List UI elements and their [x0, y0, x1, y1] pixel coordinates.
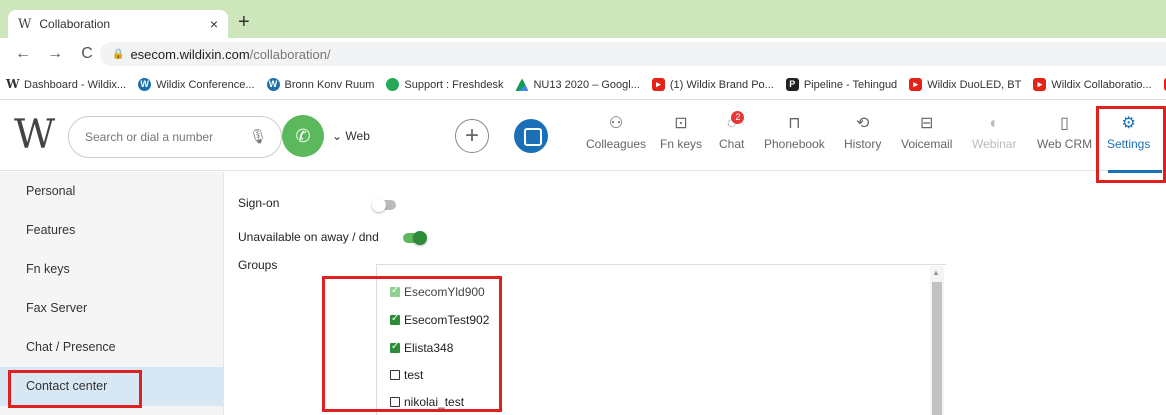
bookmark-label: Pipeline - Tehingud — [803, 78, 898, 91]
chat-icon: ◌ 2 — [727, 111, 745, 135]
bookmarks-bar: W Dashboard - Wildix... W Wildix Conferenc… — [0, 70, 1166, 100]
nav-history[interactable]: ⟲ History — [844, 113, 881, 161]
groups-scrollbar[interactable]: ▲ — [930, 266, 944, 415]
nav-chat[interactable]: ◌ 2 Chat — [719, 111, 745, 161]
bookmark-item[interactable]: W Wildix Conference... — [138, 78, 255, 91]
user-status-button[interactable] — [514, 119, 548, 153]
bookmark-label: NU13 2020 – Googl... — [533, 78, 640, 91]
voicemail-icon: ⊟ — [919, 115, 934, 132]
groups-label: Groups — [238, 258, 278, 272]
search-input[interactable]: Search or dial a number 🎙 — [68, 116, 282, 158]
sidebar-item-chat-presence[interactable]: Chat / Presence — [0, 328, 223, 367]
reload-icon[interactable]: C — [78, 45, 96, 63]
bookmark-item[interactable]: ▸ (1) Wildix Brand Po... — [651, 78, 774, 91]
app-header: W Search or dial a number 🎙 ✆ ⌄ Web + ⚇ … — [0, 101, 1166, 171]
colleagues-icon: ⚇ — [608, 115, 624, 132]
add-icon[interactable]: + — [455, 119, 489, 153]
wordpress-icon: W — [266, 78, 280, 91]
sidebar-item-features[interactable]: Features — [0, 211, 223, 250]
freshdesk-icon — [386, 78, 400, 91]
highlight-box-settings — [1096, 106, 1166, 183]
toggle-knob — [413, 231, 427, 245]
bookmark-item[interactable]: ▸ Wildix DuoLED, BT — [909, 78, 1021, 91]
sign-on-label: Sign-on — [238, 196, 280, 210]
unavailable-toggle[interactable] — [403, 231, 427, 245]
webinar-icon: ◐ — [989, 115, 1000, 132]
bookmark-item[interactable]: W Dashboard - Wildix... — [6, 78, 126, 91]
bookmark-label: Wildix Collaboratio... — [1051, 78, 1152, 91]
fn-keys-icon: ⊡ — [674, 115, 688, 132]
pipedrive-icon: P — [785, 78, 799, 91]
bookmark-label: Bronn Konv Ruum — [284, 78, 375, 91]
wordpress-icon: W — [138, 78, 152, 91]
tab-title: Collaboration — [39, 17, 111, 31]
nav-phonebook[interactable]: ⊓ Phonebook — [764, 113, 825, 161]
bookmark-item[interactable]: ▸ Wildix Collaboratio... — [1033, 78, 1152, 91]
nav-label: Fn keys — [660, 137, 703, 151]
nav-web-crm[interactable]: ▯ Web CRM — [1037, 113, 1092, 161]
back-icon[interactable]: ← — [14, 45, 32, 63]
sidebar-item-personal[interactable]: Personal — [0, 172, 223, 211]
nav-colleagues[interactable]: ⚇ Colleagues — [586, 113, 646, 161]
search-placeholder: Search or dial a number — [85, 130, 214, 144]
url-path: /collaboration/ — [249, 46, 331, 62]
address-bar: ← → C 🔒 esecom.wildixin.com /collaborati… — [0, 38, 1166, 70]
sidebar-item-fn-keys[interactable]: Fn keys — [0, 250, 223, 289]
microphone-icon[interactable]: 🎙 — [249, 128, 267, 145]
forward-icon[interactable]: → — [46, 45, 64, 63]
bookmark-label: (1) Wildix Brand Po... — [669, 78, 774, 91]
chat-badge: 2 — [731, 111, 745, 124]
nav-label: Chat — [719, 137, 745, 151]
bookmark-item[interactable]: NU13 2020 – Googl... — [515, 78, 640, 91]
nav-fn-keys[interactable]: ⊡ Fn keys — [660, 113, 702, 161]
highlight-box-contact-center — [8, 370, 142, 408]
youtube-icon: ▸ — [909, 78, 923, 91]
scroll-thumb[interactable] — [932, 282, 942, 415]
bookmark-label: Support : Freshdesk — [404, 78, 504, 91]
close-icon[interactable]: × — [210, 16, 218, 32]
scroll-up-icon[interactable]: ▲ — [932, 268, 940, 277]
bookmark-item[interactable]: Support : Freshdesk — [386, 78, 503, 91]
bookmark-label: Wildix DuoLED, BT — [927, 78, 1022, 91]
bookmark-label: Wildix Conference... — [156, 78, 255, 91]
bookmark-label: Dashboard - Wildix... — [24, 78, 127, 91]
nav-voicemail[interactable]: ⊟ Voicemail — [901, 113, 952, 161]
nav-label: Webinar — [972, 137, 1017, 151]
lock-icon: 🔒 — [112, 48, 125, 60]
call-button[interactable]: ✆ — [282, 115, 324, 157]
url-host: esecom.wildixin.com — [130, 46, 250, 62]
highlight-box-groups — [322, 276, 502, 412]
sidebar-item-fax-server[interactable]: Fax Server — [0, 289, 223, 328]
web-device-dropdown[interactable]: ⌄ Web — [332, 129, 370, 143]
web-label: Web — [345, 129, 370, 143]
nav-label: Voicemail — [901, 137, 953, 151]
wildix-logo: W — [14, 112, 55, 158]
browser-tab[interactable]: W Collaboration × — [8, 10, 228, 38]
nav-label: Colleagues — [586, 137, 647, 151]
unavailable-label: Unavailable on away / dnd — [238, 230, 379, 244]
chevron-down-icon: ⌄ — [332, 129, 343, 143]
bookmark-item[interactable]: W Bronn Konv Ruum — [266, 78, 375, 91]
nav-label: Phonebook — [764, 137, 825, 151]
wildix-icon: W — [6, 77, 20, 91]
browser-tab-bar: W Collaboration × + — [0, 0, 1166, 38]
google-drive-icon — [515, 78, 529, 91]
wildix-favicon-icon: W — [18, 16, 32, 32]
nav-webinar[interactable]: ◐ Webinar — [972, 113, 1016, 161]
phone-icon: ✆ — [295, 126, 311, 146]
youtube-icon: ▸ — [1033, 78, 1047, 91]
sign-on-toggle[interactable] — [372, 198, 396, 212]
phonebook-icon: ⊓ — [788, 115, 801, 132]
new-tab-button[interactable]: + — [238, 12, 250, 32]
youtube-icon: ▸ — [651, 78, 665, 91]
web-crm-icon: ▯ — [1060, 115, 1069, 132]
nav-label: Web CRM — [1037, 137, 1093, 151]
url-input[interactable]: 🔒 esecom.wildixin.com /collaboration/ — [100, 42, 1166, 66]
nav-label: History — [844, 137, 882, 151]
bookmark-item[interactable]: P Pipeline - Tehingud — [785, 78, 898, 91]
toggle-knob — [372, 198, 386, 212]
history-icon: ⟲ — [855, 115, 870, 132]
